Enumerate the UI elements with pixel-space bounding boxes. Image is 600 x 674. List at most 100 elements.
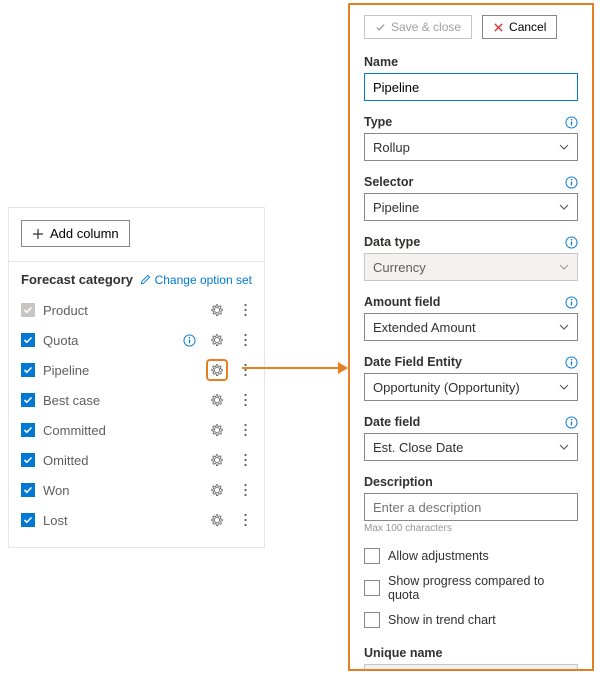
selector-select[interactable]: Pipeline [364,193,578,221]
gear-icon[interactable] [206,299,228,321]
chevron-down-icon [559,322,569,332]
amount-select[interactable]: Extended Amount [364,313,578,341]
column-checkbox [21,303,35,317]
info-icon[interactable] [565,356,578,369]
column-row: Best case [21,385,256,415]
amount-label: Amount field [364,295,440,309]
row-actions [206,449,256,471]
chevron-down-icon [559,442,569,452]
row-actions [206,419,256,441]
column-label: Best case [43,393,206,408]
column-checkbox[interactable] [21,333,35,347]
name-label: Name [364,55,398,69]
cancel-label: Cancel [509,20,546,34]
chevron-down-icon [559,382,569,392]
column-row: Product [21,295,256,325]
show-trend-label: Show in trend chart [388,613,496,627]
row-actions [206,509,256,531]
save-close-label: Save & close [391,20,461,34]
gear-icon[interactable] [206,329,228,351]
section-title: Forecast category [21,272,133,287]
more-icon[interactable] [234,329,256,351]
row-actions [178,329,256,351]
chevron-down-icon [559,262,569,272]
gear-icon[interactable] [206,509,228,531]
column-checkbox[interactable] [21,483,35,497]
name-field: Name [364,55,578,101]
info-icon[interactable] [565,176,578,189]
datefield-select[interactable]: Est. Close Date [364,433,578,461]
column-row: Omitted [21,445,256,475]
column-checkbox[interactable] [21,513,35,527]
description-input[interactable] [364,493,578,521]
more-icon[interactable] [234,479,256,501]
more-icon[interactable] [234,299,256,321]
unique-name-input [364,664,578,671]
show-trend-row: Show in trend chart [364,612,578,628]
close-icon [493,22,504,33]
pencil-icon [140,274,151,285]
more-icon[interactable] [234,449,256,471]
gear-icon[interactable] [206,389,228,411]
change-link-label: Change option set [155,273,252,287]
check-icon [375,22,386,33]
description-hint: Max 100 characters [364,523,578,534]
gear-icon[interactable] [206,359,228,381]
name-input[interactable] [364,73,578,101]
info-icon[interactable] [565,236,578,249]
more-icon[interactable] [234,389,256,411]
change-option-set-link[interactable]: Change option set [140,273,252,287]
section-header: Forecast category Change option set [9,262,264,295]
gear-icon[interactable] [206,479,228,501]
type-select[interactable]: Rollup [364,133,578,161]
column-row: Pipeline [21,355,256,385]
more-icon[interactable] [234,509,256,531]
column-label: Lost [43,513,206,528]
gear-icon[interactable] [206,449,228,471]
column-checkbox[interactable] [21,393,35,407]
column-label: Quota [43,333,178,348]
column-row: Committed [21,415,256,445]
save-close-button[interactable]: Save & close [364,15,472,39]
add-column-button[interactable]: Add column [21,220,130,247]
info-icon[interactable] [565,296,578,309]
datatype-field: Data type Currency [364,235,578,281]
datatype-select: Currency [364,253,578,281]
allow-adjustments-checkbox[interactable] [364,548,380,564]
column-label: Committed [43,423,206,438]
description-label: Description [364,475,433,489]
unique-name-label: Unique name [364,646,443,660]
column-properties-panel: Save & close Cancel Name Type Rollup Sel… [348,3,594,671]
datefield-field: Date field Est. Close Date [364,415,578,461]
selector-field: Selector Pipeline [364,175,578,221]
info-icon[interactable] [565,116,578,129]
row-actions [206,479,256,501]
row-actions [206,389,256,411]
info-icon[interactable] [565,416,578,429]
column-list: Product Quota Pipeline Best case Committed Om… [9,295,264,547]
cancel-button[interactable]: Cancel [482,15,557,39]
column-row: Quota [21,325,256,355]
add-column-wrap: Add column [9,208,264,262]
dateentity-field: Date Field Entity Opportunity (Opportuni… [364,355,578,401]
column-checkbox[interactable] [21,453,35,467]
info-icon[interactable] [178,329,200,351]
show-progress-checkbox[interactable] [364,580,380,596]
amount-field: Amount field Extended Amount [364,295,578,341]
column-row: Lost [21,505,256,535]
selector-value: Pipeline [373,200,419,215]
more-icon[interactable] [234,419,256,441]
column-checkbox[interactable] [21,363,35,377]
allow-adjustments-row: Allow adjustments [364,548,578,564]
columns-panel: Add column Forecast category Change opti… [8,207,265,548]
show-progress-label: Show progress compared to quota [388,574,578,602]
type-label: Type [364,115,392,129]
datefield-label: Date field [364,415,420,429]
type-field: Type Rollup [364,115,578,161]
plus-icon [32,228,44,240]
selector-label: Selector [364,175,413,189]
show-trend-checkbox[interactable] [364,612,380,628]
column-checkbox[interactable] [21,423,35,437]
dateentity-select[interactable]: Opportunity (Opportunity) [364,373,578,401]
gear-icon[interactable] [206,419,228,441]
